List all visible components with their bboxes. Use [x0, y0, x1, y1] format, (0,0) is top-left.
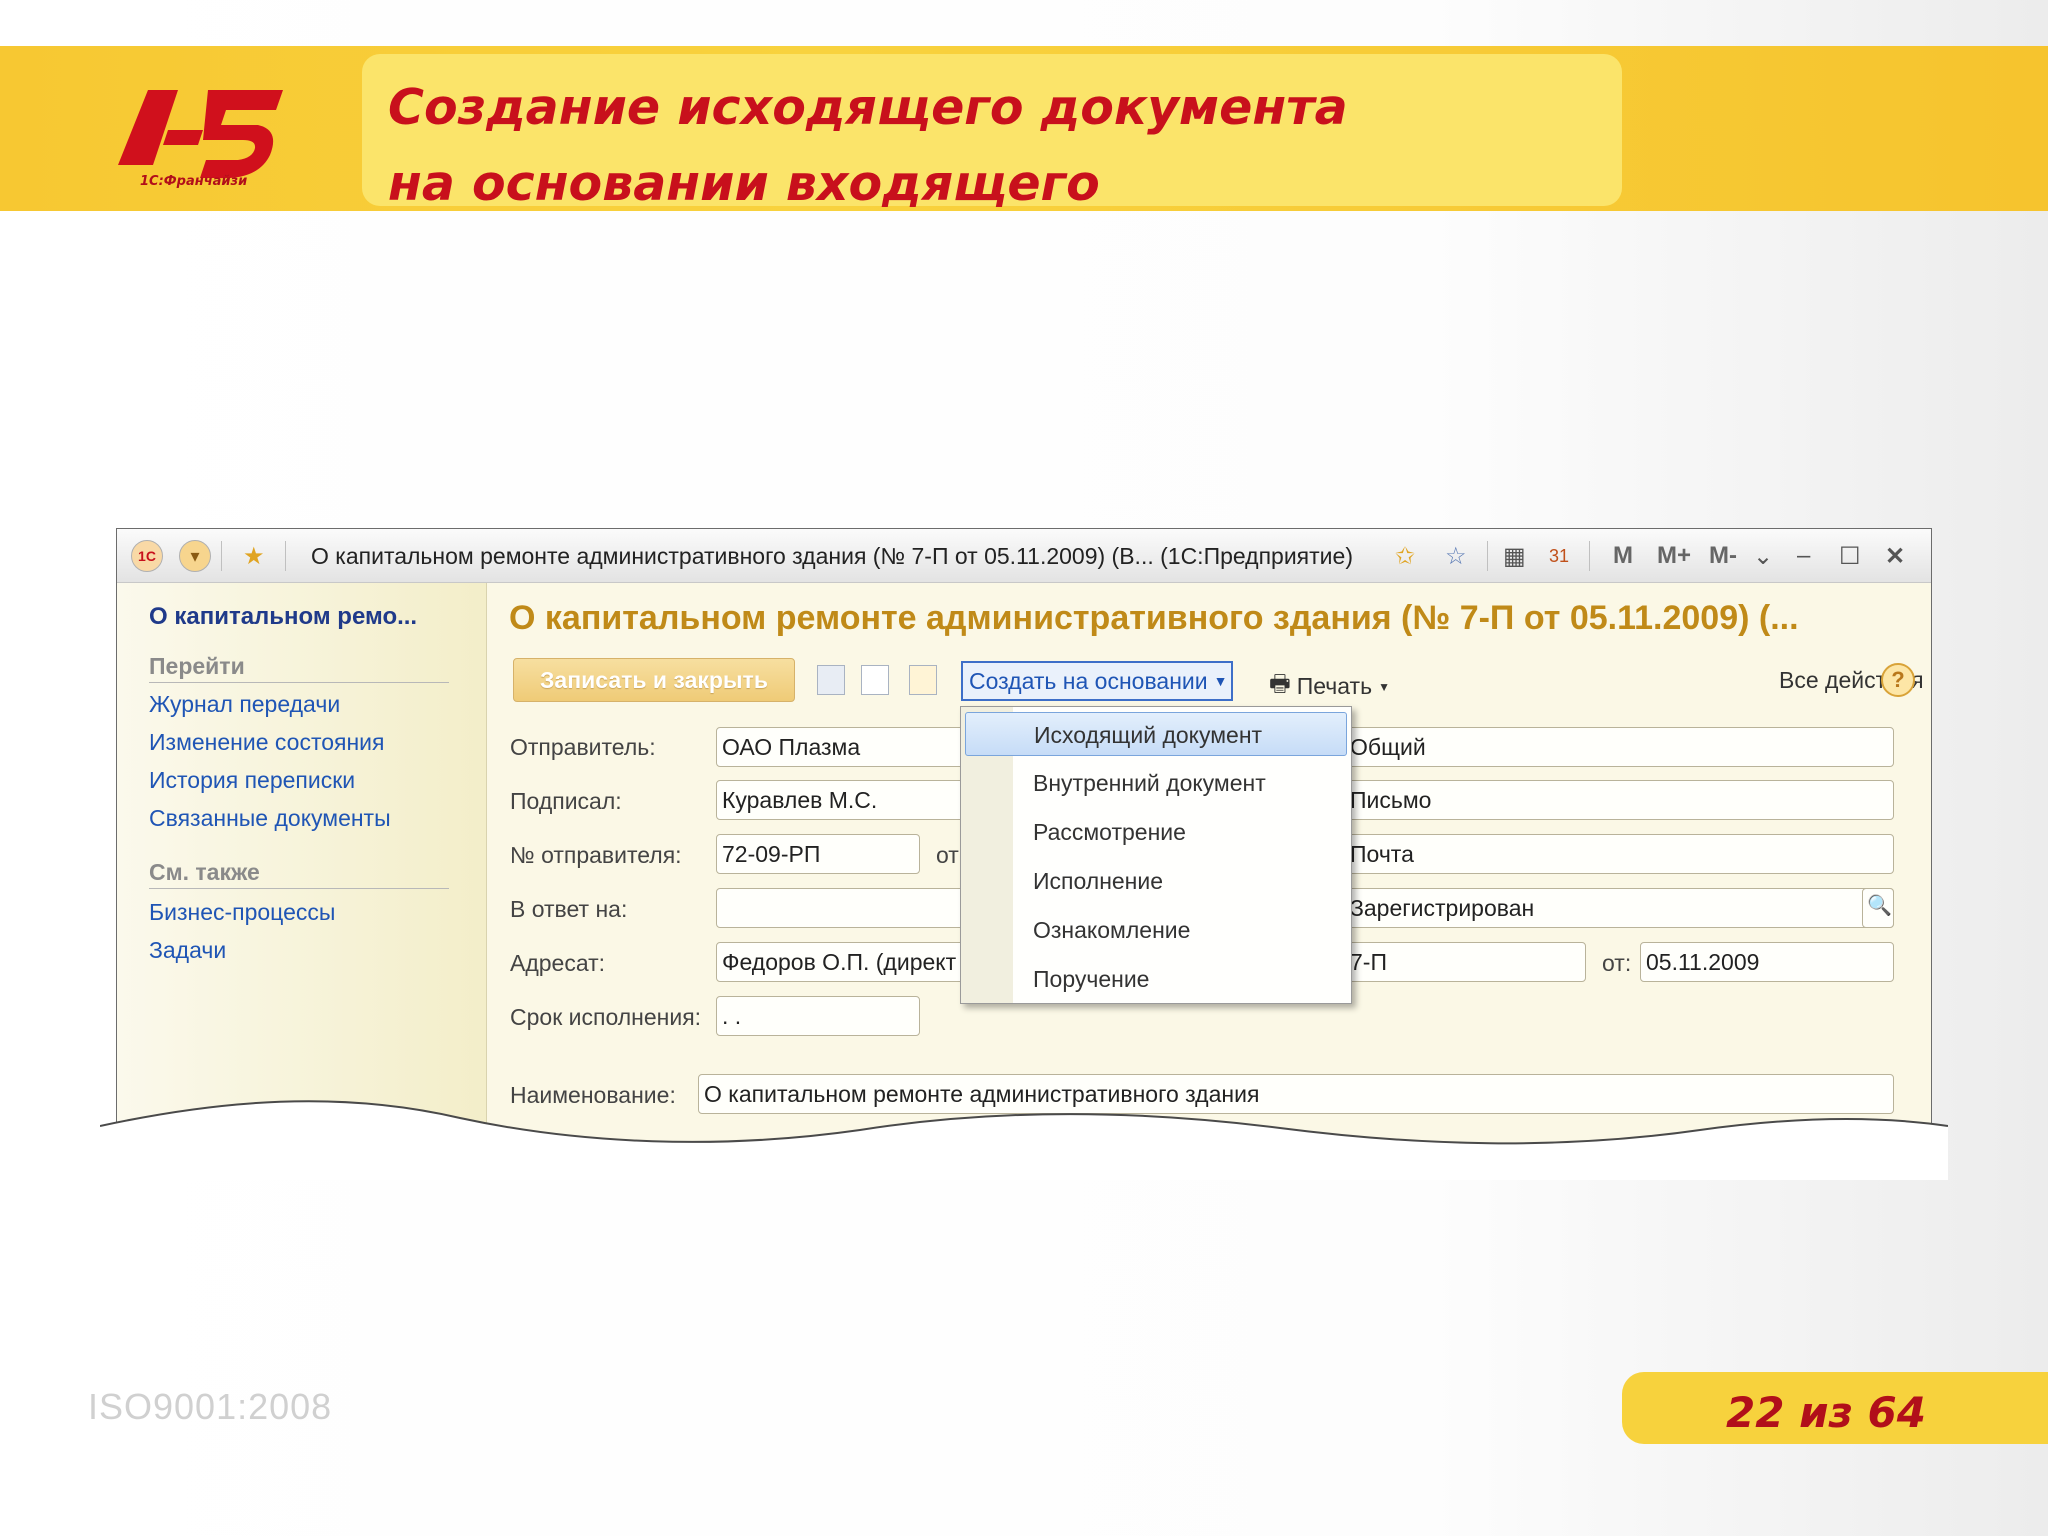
close-icon[interactable]: ✕ — [1885, 541, 1905, 571]
help-icon[interactable]: ? — [1881, 663, 1915, 697]
nav-header-see-also: См. также — [149, 859, 449, 889]
deadline-field[interactable]: . . — [716, 996, 920, 1036]
save-close-button[interactable]: Записать и закрыть — [513, 658, 795, 702]
nav-link-state-change[interactable]: Изменение состояния — [149, 729, 384, 756]
page-number: 22 из 64 — [1726, 1388, 1926, 1437]
menu-item-execution[interactable]: Исполнение — [965, 859, 1347, 903]
search-icon[interactable]: 🔍 — [1862, 888, 1894, 928]
sender-number-label: № отправителя: — [510, 842, 682, 868]
menu-item-internal-document[interactable]: Внутренний документ — [965, 761, 1347, 805]
registration-date-field[interactable]: 05.11.2009 — [1640, 942, 1894, 982]
app-logo-icon[interactable]: 1С — [131, 540, 163, 572]
window-title: О капитальном ремонте административного … — [311, 543, 1353, 569]
window-titlebar: 1С ▾ ★ О капитальном ремонте администрат… — [117, 529, 1931, 583]
titlebar-separator — [285, 541, 286, 571]
addressee-field[interactable]: Федоров О.П. (директ — [716, 942, 966, 982]
delivery-method-field[interactable]: Почта — [1344, 834, 1894, 874]
titlebar-separator — [1589, 541, 1590, 571]
memory-mminus-button[interactable]: M- — [1709, 542, 1737, 570]
nav-document-link[interactable]: О капитальном ремо... — [149, 603, 417, 631]
nav-link-correspondence-history[interactable]: История переписки — [149, 767, 355, 794]
maximize-icon[interactable]: ☐ — [1839, 541, 1861, 571]
nav-link-related-documents[interactable]: Связанные документы — [149, 805, 391, 832]
signed-label: Подписал: — [510, 788, 622, 814]
save-icon[interactable] — [817, 665, 845, 695]
create-based-on-label: Создать на основании — [969, 667, 1208, 694]
state-field[interactable]: Зарегистрирован — [1344, 888, 1894, 928]
reply-to-field[interactable] — [716, 888, 966, 928]
slide-title-line2: на основании входящего — [388, 155, 1100, 212]
memory-mplus-button[interactable]: M+ — [1657, 542, 1691, 570]
star-icon[interactable]: ★ — [243, 541, 265, 571]
printer-icon: 🖶 — [1269, 670, 1291, 696]
registration-number-field[interactable]: 7-П — [1344, 942, 1586, 982]
chevron-down-icon: ▼ — [1213, 673, 1228, 689]
sender-number-field[interactable]: 72-09-РП — [716, 834, 920, 874]
chevron-down-icon[interactable]: ⌄ — [1753, 541, 1773, 571]
registration-date-label: от: — [1602, 950, 1632, 976]
chevron-down-icon: ▼ — [1930, 677, 1931, 691]
favorites-list-icon[interactable]: ☆ — [1445, 541, 1467, 571]
nav-link-business-processes[interactable]: Бизнес-процессы — [149, 899, 335, 926]
sender-date-label: от — [936, 842, 959, 868]
chevron-down-icon: ▼ — [1378, 679, 1390, 694]
print-button[interactable]: 🖶 Печать ▼ — [1269, 667, 1390, 706]
calculator-icon[interactable]: ▦ — [1503, 541, 1526, 571]
menu-item-outgoing-document[interactable]: Исходящий документ — [965, 712, 1347, 756]
nav-link-tasks[interactable]: Задачи — [149, 937, 226, 964]
menu-item-familiarization[interactable]: Ознакомление — [965, 908, 1347, 952]
addressee-label: Адресат: — [510, 950, 606, 976]
nav-link-transfer-journal[interactable]: Журнал передачи — [149, 691, 340, 718]
iso-mark: ISO9001:2008 — [88, 1386, 333, 1427]
calendar-icon[interactable]: 31 — [1549, 541, 1569, 571]
slide-title: Создание исходящего документа на основан… — [388, 70, 1588, 222]
print-label: Печать — [1296, 673, 1373, 699]
form-title: О капитальном ремонте административного … — [509, 599, 1799, 637]
titlebar-separator — [1487, 541, 1488, 571]
menu-item-review[interactable]: Рассмотрение — [965, 810, 1347, 854]
deadline-label: Срок исполнения: — [510, 1004, 702, 1030]
create-based-on-button[interactable]: Создать на основании ▼ — [961, 661, 1233, 701]
document-icon[interactable] — [861, 665, 889, 695]
document-kind-field[interactable]: Письмо — [1344, 780, 1894, 820]
nav-header-goto: Перейти — [149, 653, 449, 683]
minimize-icon[interactable]: – — [1797, 541, 1810, 571]
create-based-on-menu: Исходящий документ Внутренний документ Р… — [960, 706, 1352, 1004]
add-favorites-icon[interactable]: ✩ — [1395, 541, 1415, 571]
send-icon[interactable] — [909, 665, 937, 695]
menu-item-assignment[interactable]: Поручение — [965, 957, 1347, 1001]
sender-field[interactable]: ОАО Плазма — [716, 727, 966, 767]
memory-m-button[interactable]: M — [1613, 542, 1633, 570]
logo-caption: 1С:Франчайзи — [140, 174, 248, 189]
access-field[interactable]: Общий — [1344, 727, 1894, 767]
main-menu-icon[interactable]: ▾ — [179, 540, 211, 572]
sender-label: Отправитель: — [510, 734, 656, 760]
torn-edge — [100, 1100, 1948, 1180]
titlebar-separator — [221, 541, 222, 571]
slide-title-line1: Создание исходящего документа — [388, 79, 1348, 136]
reply-to-label: В ответ на: — [510, 896, 628, 922]
signed-field[interactable]: Куравлев М.С. — [716, 780, 966, 820]
